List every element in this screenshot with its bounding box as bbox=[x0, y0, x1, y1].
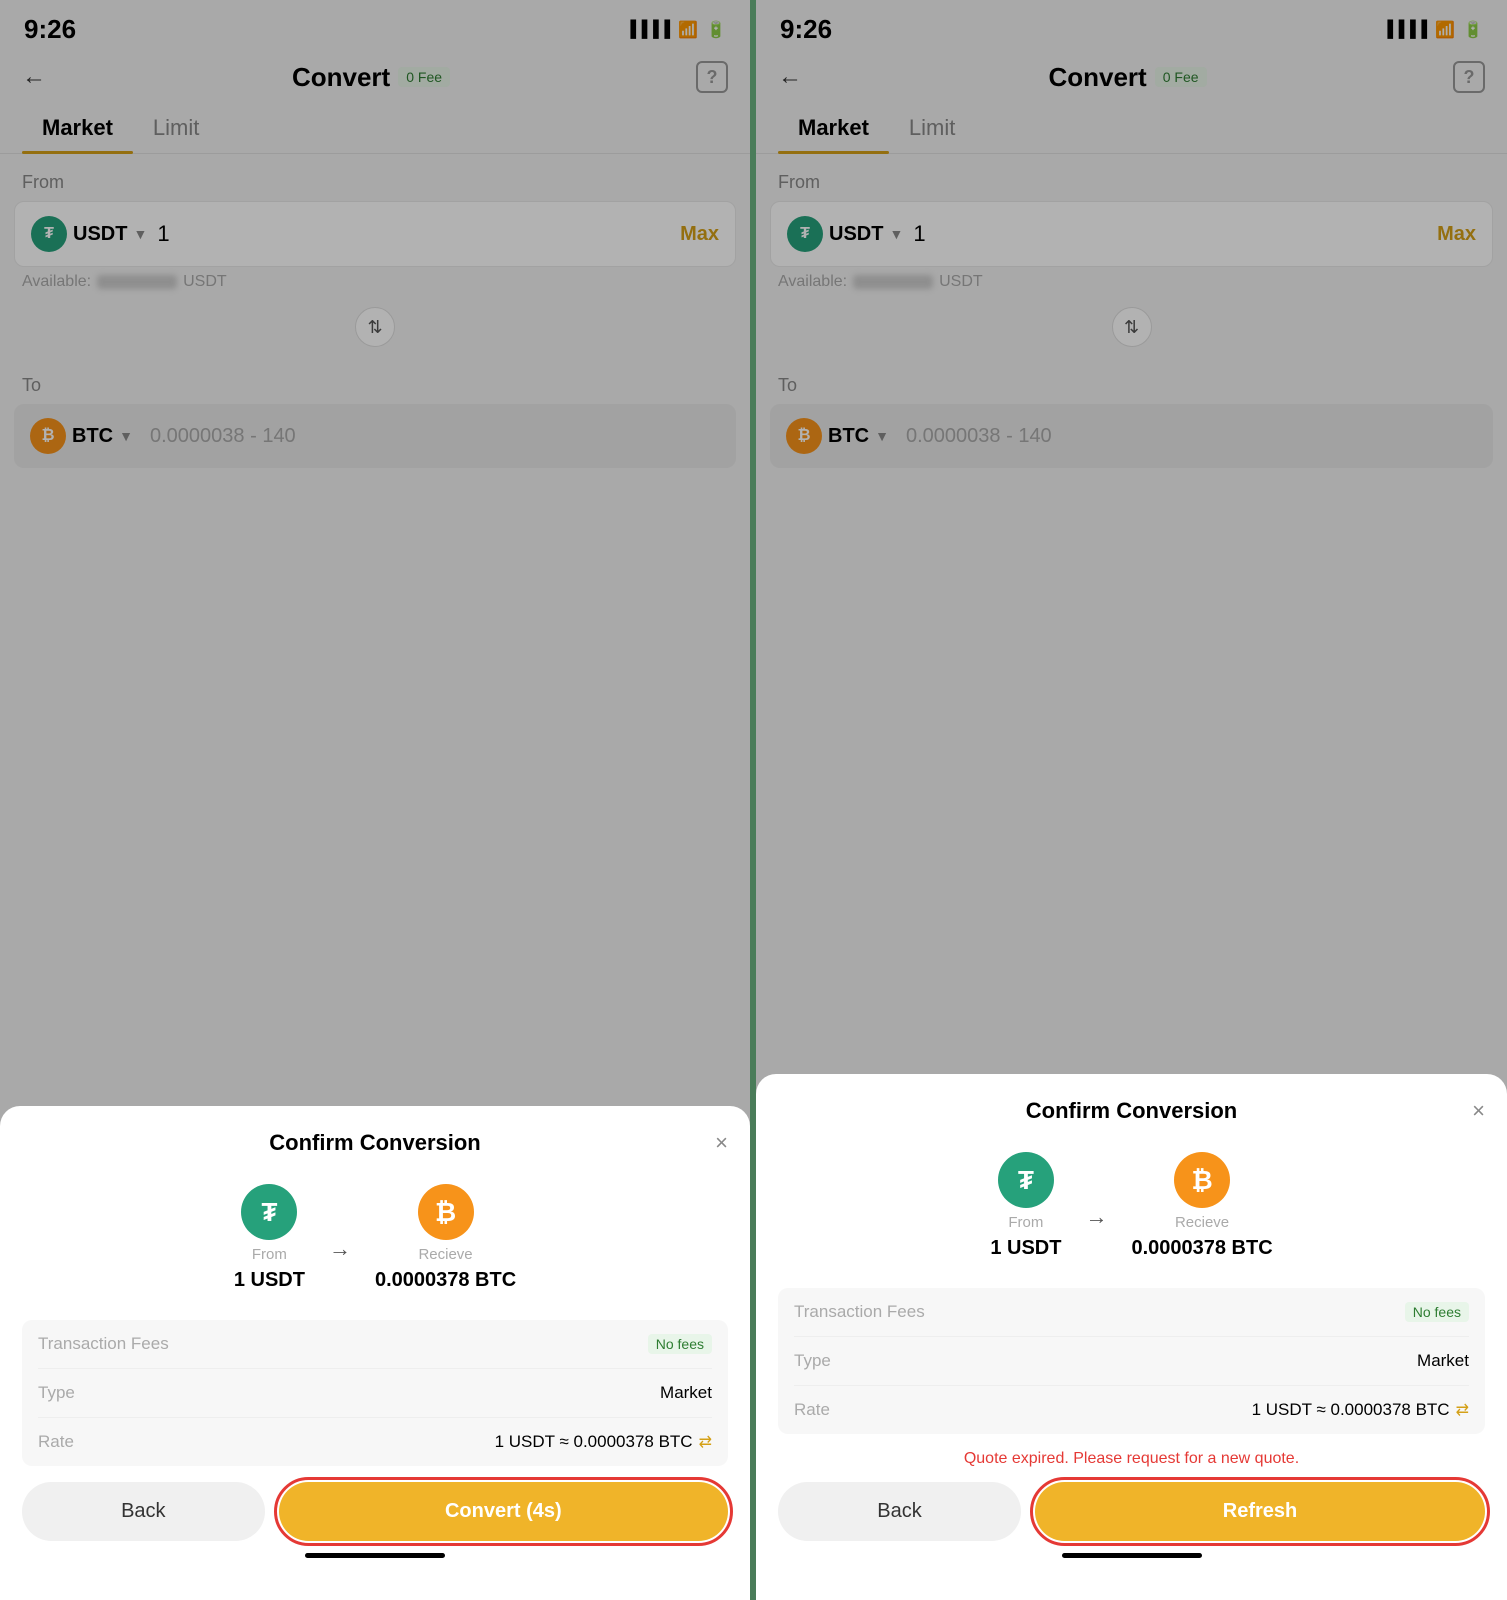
no-fees-badge-left: No fees bbox=[648, 1334, 712, 1354]
refresh-button-right[interactable]: Refresh bbox=[1035, 1482, 1485, 1541]
conv-receive-label-right: Recieve bbox=[1175, 1214, 1229, 1231]
conv-from-amount-left: 1 USDT bbox=[234, 1269, 305, 1292]
modal-title-left: Confirm Conversion bbox=[269, 1130, 480, 1156]
type-row-left: Type Market bbox=[38, 1369, 712, 1418]
conv-receive-label-left: Recieve bbox=[418, 1246, 472, 1263]
tx-fees-value-left: No fees bbox=[648, 1334, 712, 1354]
conv-to-side-left: ₿ Recieve 0.0000378 BTC bbox=[375, 1184, 516, 1292]
tx-fees-row-left: Transaction Fees No fees bbox=[38, 1320, 712, 1369]
type-label-left: Type bbox=[38, 1383, 75, 1403]
conversion-display-right: ₮ From 1 USDT → ₿ Recieve 0.0000378 BTC bbox=[778, 1152, 1485, 1260]
tx-fees-row-right: Transaction Fees No fees bbox=[794, 1288, 1469, 1337]
rate-swap-icon-left[interactable]: ⇄ bbox=[699, 1432, 712, 1452]
conversion-display-left: ₮ From 1 USDT → ₿ Recieve 0.0000378 BTC bbox=[22, 1184, 728, 1292]
tx-fees-label-right: Transaction Fees bbox=[794, 1302, 925, 1322]
rate-text-left: 1 USDT ≈ 0.0000378 BTC bbox=[495, 1432, 693, 1452]
modal-overlay-right: Confirm Conversion × ₮ From 1 USDT → ₿ R… bbox=[756, 0, 1507, 1600]
modal-close-right[interactable]: × bbox=[1472, 1098, 1485, 1124]
tx-fees-value-right: No fees bbox=[1405, 1302, 1469, 1322]
confirm-modal-right: Confirm Conversion × ₮ From 1 USDT → ₿ R… bbox=[756, 1074, 1507, 1600]
rate-swap-icon-right[interactable]: ⇄ bbox=[1456, 1400, 1469, 1420]
conv-from-side-right: ₮ From 1 USDT bbox=[990, 1152, 1061, 1260]
right-phone-panel: 9:26 ▐▐▐▐ 📶 🔋 ← Convert 0 Fee ? Market L… bbox=[756, 0, 1507, 1600]
confirm-modal-left: Confirm Conversion × ₮ From 1 USDT → ₿ R… bbox=[0, 1106, 750, 1600]
conv-btc-icon-left: ₿ bbox=[418, 1184, 474, 1240]
conv-arrow-right: → bbox=[1085, 1204, 1107, 1230]
conv-from-amount-right: 1 USDT bbox=[990, 1237, 1061, 1260]
rate-label-right: Rate bbox=[794, 1400, 830, 1420]
rate-row-right: Rate 1 USDT ≈ 0.0000378 BTC ⇄ bbox=[794, 1386, 1469, 1434]
details-table-right: Transaction Fees No fees Type Market Rat… bbox=[778, 1288, 1485, 1434]
home-indicator-right bbox=[778, 1541, 1485, 1570]
rate-label-left: Rate bbox=[38, 1432, 74, 1452]
quote-expired-msg: Quote expired. Please request for a new … bbox=[778, 1450, 1485, 1468]
type-row-right: Type Market bbox=[794, 1337, 1469, 1386]
back-button-right[interactable]: Back bbox=[778, 1482, 1021, 1541]
button-row-right: Back Refresh bbox=[778, 1482, 1485, 1541]
modal-header-left: Confirm Conversion × bbox=[22, 1130, 728, 1156]
no-fees-badge-right: No fees bbox=[1405, 1302, 1469, 1322]
details-table-left: Transaction Fees No fees Type Market Rat… bbox=[22, 1320, 728, 1466]
rate-value-left: 1 USDT ≈ 0.0000378 BTC ⇄ bbox=[495, 1432, 712, 1452]
button-row-left: Back Convert (4s) bbox=[22, 1482, 728, 1541]
home-bar-left bbox=[305, 1553, 445, 1558]
conv-to-side-right: ₿ Recieve 0.0000378 BTC bbox=[1131, 1152, 1272, 1260]
back-button-left[interactable]: Back bbox=[22, 1482, 265, 1541]
convert-button-left[interactable]: Convert (4s) bbox=[279, 1482, 728, 1541]
conv-usdt-icon-left: ₮ bbox=[241, 1184, 297, 1240]
home-bar-right bbox=[1062, 1553, 1202, 1558]
modal-overlay-left: Confirm Conversion × ₮ From 1 USDT → ₿ R… bbox=[0, 0, 750, 1600]
conv-usdt-icon-right: ₮ bbox=[998, 1152, 1054, 1208]
type-value-right: Market bbox=[1417, 1351, 1469, 1371]
modal-title-right: Confirm Conversion bbox=[1026, 1098, 1237, 1124]
home-indicator-left bbox=[22, 1541, 728, 1570]
conv-from-side-left: ₮ From 1 USDT bbox=[234, 1184, 305, 1292]
type-value-left: Market bbox=[660, 1383, 712, 1403]
left-phone-panel: 9:26 ▐▐▐▐ 📶 🔋 ← Convert 0 Fee ? Market L… bbox=[0, 0, 750, 1600]
modal-close-left[interactable]: × bbox=[715, 1130, 728, 1156]
tx-fees-label-left: Transaction Fees bbox=[38, 1334, 169, 1354]
modal-header-right: Confirm Conversion × bbox=[778, 1098, 1485, 1124]
type-label-right: Type bbox=[794, 1351, 831, 1371]
conv-from-label-left: From bbox=[252, 1246, 287, 1263]
conv-receive-amount-right: 0.0000378 BTC bbox=[1131, 1237, 1272, 1260]
conv-receive-amount-left: 0.0000378 BTC bbox=[375, 1269, 516, 1292]
conv-from-label-right: From bbox=[1008, 1214, 1043, 1231]
conv-arrow-left: → bbox=[329, 1236, 351, 1262]
rate-value-right: 1 USDT ≈ 0.0000378 BTC ⇄ bbox=[1252, 1400, 1469, 1420]
conv-btc-icon-right: ₿ bbox=[1174, 1152, 1230, 1208]
rate-text-right: 1 USDT ≈ 0.0000378 BTC bbox=[1252, 1400, 1450, 1420]
rate-row-left: Rate 1 USDT ≈ 0.0000378 BTC ⇄ bbox=[38, 1418, 712, 1466]
